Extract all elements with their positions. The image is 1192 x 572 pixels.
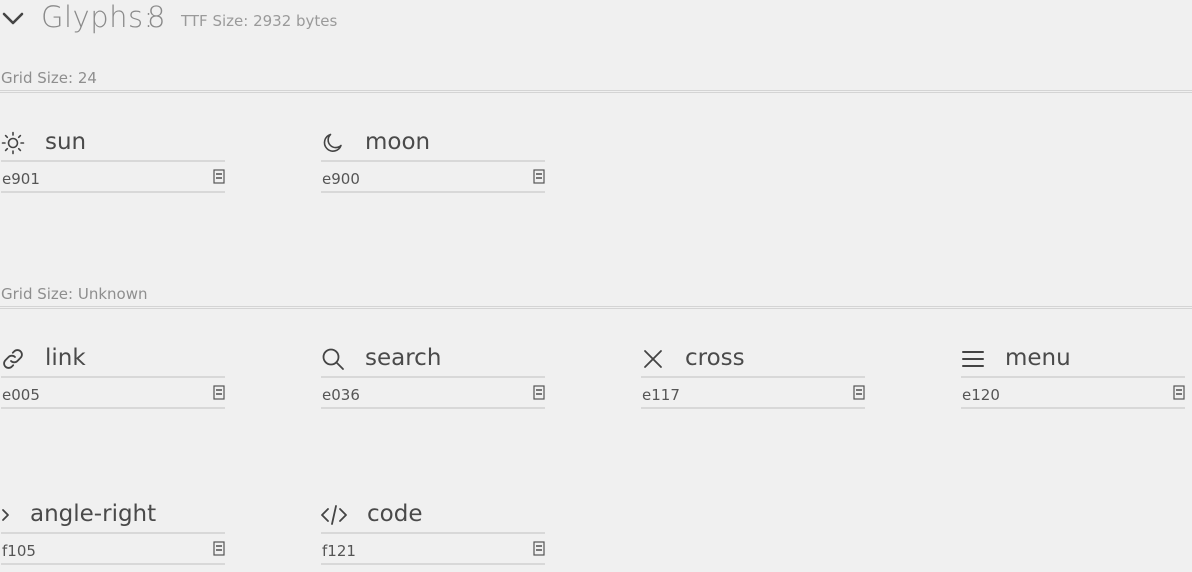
glyph-code: e900 bbox=[322, 170, 360, 188]
glyph-name: sun bbox=[45, 129, 87, 155]
glyph-code: e117 bbox=[642, 386, 680, 404]
copy-icon[interactable] bbox=[533, 541, 545, 556]
glyph-code: e901 bbox=[2, 170, 40, 188]
glyphs-title: Glyphs: bbox=[41, 0, 154, 34]
sun-icon bbox=[1, 131, 25, 155]
section-divider bbox=[0, 306, 1192, 309]
glyph-card-code[interactable]: code f121 bbox=[321, 499, 545, 565]
divider bbox=[1, 532, 225, 534]
divider bbox=[961, 407, 1185, 409]
divider bbox=[641, 376, 865, 378]
copy-icon[interactable] bbox=[1173, 385, 1185, 400]
code-icon bbox=[321, 505, 347, 525]
divider bbox=[1, 407, 225, 409]
glyph-card-cross[interactable]: cross e117 bbox=[641, 343, 865, 409]
glyph-card-link[interactable]: link e005 bbox=[1, 343, 225, 409]
section-label: Grid Size: 24 bbox=[1, 69, 97, 87]
glyph-card-moon[interactable]: moon e900 bbox=[321, 127, 545, 193]
divider bbox=[321, 376, 545, 378]
glyph-card-menu[interactable]: menu e120 bbox=[961, 343, 1185, 409]
copy-icon[interactable] bbox=[533, 169, 545, 184]
glyph-code: f105 bbox=[2, 542, 36, 560]
link-icon bbox=[3, 349, 23, 369]
moon-icon bbox=[323, 133, 342, 152]
divider bbox=[321, 191, 545, 193]
copy-icon[interactable] bbox=[213, 385, 225, 400]
glyph-code: e005 bbox=[2, 386, 40, 404]
glyph-card-sun[interactable]: sun e901 bbox=[1, 127, 225, 193]
divider bbox=[321, 563, 545, 565]
divider bbox=[1, 191, 225, 193]
copy-icon[interactable] bbox=[213, 541, 225, 556]
glyphs-count: 8 bbox=[147, 0, 166, 34]
divider bbox=[641, 407, 865, 409]
divider bbox=[321, 160, 545, 162]
divider bbox=[1, 376, 225, 378]
glyph-card-search[interactable]: search e036 bbox=[321, 343, 545, 409]
divider bbox=[961, 376, 1185, 378]
section-label: Grid Size: Unknown bbox=[1, 285, 148, 303]
chevron-down-icon[interactable] bbox=[1, 6, 25, 30]
glyph-name: code bbox=[367, 501, 423, 527]
ttf-size: TTF Size: 2932 bytes bbox=[181, 12, 338, 30]
divider bbox=[1, 160, 225, 162]
menu-icon bbox=[962, 351, 984, 367]
search-icon bbox=[322, 348, 344, 370]
copy-icon[interactable] bbox=[533, 385, 545, 400]
glyph-name: menu bbox=[1005, 345, 1071, 371]
divider bbox=[321, 532, 545, 534]
glyph-name: link bbox=[45, 345, 86, 371]
glyph-card-angle-right[interactable]: angle-right f105 bbox=[1, 499, 225, 565]
divider bbox=[321, 407, 545, 409]
glyph-name: angle-right bbox=[30, 501, 157, 527]
glyph-name: cross bbox=[685, 345, 745, 371]
glyph-code: e036 bbox=[322, 386, 360, 404]
angle-right-icon bbox=[2, 509, 9, 521]
glyph-code: e120 bbox=[962, 386, 1000, 404]
divider bbox=[1, 563, 225, 565]
section-divider bbox=[0, 90, 1192, 93]
glyph-code: f121 bbox=[322, 542, 356, 560]
copy-icon[interactable] bbox=[213, 169, 225, 184]
copy-icon[interactable] bbox=[853, 385, 865, 400]
glyph-name: search bbox=[365, 345, 442, 371]
cross-icon bbox=[644, 350, 662, 368]
glyph-name: moon bbox=[365, 129, 431, 155]
glyphs-header: Glyphs: 8 TTF Size: 2932 bytes bbox=[0, 0, 1192, 36]
